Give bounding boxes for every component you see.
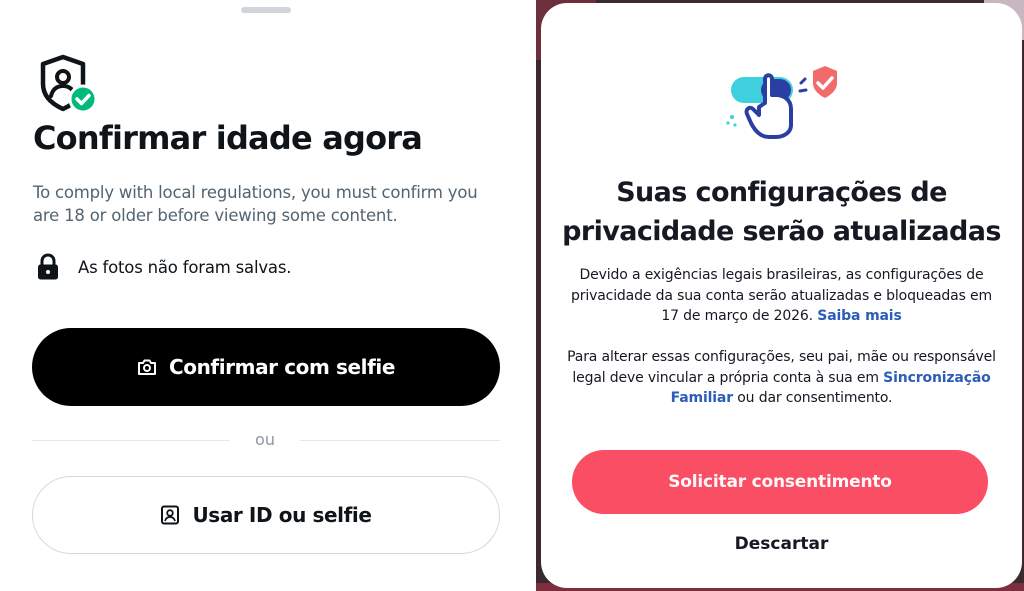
use-id-or-selfie-button[interactable]: Usar ID ou selfie — [32, 476, 500, 554]
photo-notice-text: As fotos não foram salvas. — [78, 257, 292, 277]
hand-toggle-shield-illustration — [721, 59, 851, 141]
request-consent-label: Solicitar consentimento — [668, 472, 892, 492]
use-id-or-selfie-label: Usar ID ou selfie — [192, 503, 372, 527]
paragraph-2-suffix: ou dar consentimento. — [737, 390, 893, 406]
shield-user-check-icon — [38, 54, 100, 114]
divider-left — [32, 440, 230, 441]
privacy-update-title-line-1: Suas configurações de — [616, 177, 947, 208]
privacy-update-dialog: Suas configurações de privacidade serão … — [541, 3, 1022, 588]
page-description: To comply with local regulations, you mu… — [33, 183, 478, 225]
divider-right — [300, 440, 500, 441]
dismiss-button[interactable]: Descartar — [541, 534, 1022, 554]
privacy-update-title: Suas configurações de privacidade serão … — [541, 173, 1022, 251]
confirm-with-selfie-button[interactable]: Confirmar com selfie — [32, 328, 500, 406]
learn-more-link[interactable]: Saiba mais — [817, 308, 901, 324]
privacy-update-paragraph-2: Para alterar essas configurações, seu pa… — [561, 347, 1002, 409]
privacy-update-title-line-2: privacidade serão atualizadas — [562, 216, 1001, 247]
or-divider-text: ou — [255, 430, 275, 449]
privacy-update-paragraph-1: Devido a exigências legais brasileiras, … — [561, 265, 1002, 327]
lock-icon — [36, 253, 60, 281]
photo-notice: As fotos não foram salvas. — [36, 252, 291, 282]
confirm-with-selfie-label: Confirmar com selfie — [168, 355, 396, 379]
page-title: Confirmar idade agora — [33, 119, 423, 157]
age-verification-sheet: Confirmar idade agora To comply with loc… — [0, 0, 536, 591]
paragraph-1-text: Devido a exigências legais brasileiras, … — [571, 267, 992, 324]
id-card-icon — [160, 505, 180, 525]
camera-icon — [137, 358, 157, 376]
sheet-drag-handle[interactable] — [241, 7, 291, 13]
request-consent-button[interactable]: Solicitar consentimento — [572, 450, 988, 514]
sheet-corner — [512, 0, 536, 60]
